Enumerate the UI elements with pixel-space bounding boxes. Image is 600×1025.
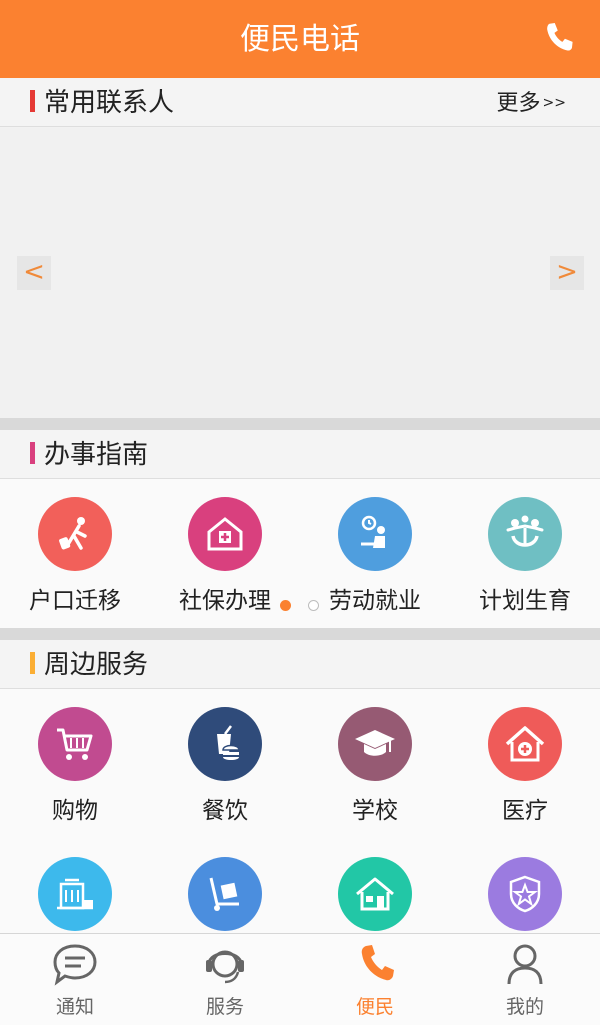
bottom-nav: 通知 服务 便民 我的 <box>0 933 600 1025</box>
guide-label: 户口迁移 <box>29 588 121 614</box>
nearby-item-medical[interactable]: 医疗 <box>450 689 600 829</box>
nearby-item-shopping[interactable]: 购物 <box>0 689 150 829</box>
insurance-house-icon <box>207 517 243 551</box>
nearby-grid: 购物 餐饮 学校 医疗 <box>0 689 600 933</box>
nav-label: 便民 <box>355 996 394 1018</box>
nav-label: 通知 <box>55 996 94 1018</box>
moving-dolly-icon <box>209 877 239 911</box>
nearby-title: 周边服务 <box>44 650 149 680</box>
shopping-cart-icon <box>57 728 93 760</box>
guide-item-hukou[interactable]: 户口迁移 <box>0 479 150 619</box>
circle-bg <box>38 497 112 571</box>
nav-item-convenience[interactable]: 便民 <box>300 934 450 1025</box>
more-link[interactable]: 更多 >> <box>497 78 566 126</box>
user-icon <box>507 944 543 985</box>
guide-item-employment[interactable]: 劳动就业 <box>300 479 450 619</box>
nearby-label: 学校 <box>352 798 398 824</box>
food-drink-icon <box>217 725 240 760</box>
carousel-prev-button[interactable]: < <box>17 256 51 290</box>
section-marker <box>30 442 35 464</box>
phone-icon[interactable] <box>542 20 578 56</box>
nearby-label: 餐饮 <box>202 798 248 824</box>
nearby-section-header: 周边服务 <box>0 640 600 689</box>
circle-bg <box>188 707 262 781</box>
divider <box>0 418 600 430</box>
house-icon <box>356 877 394 911</box>
page-indicator <box>280 600 330 614</box>
office-worker-icon <box>361 515 385 548</box>
contacts-section-header: 常用联系人 更多 >> <box>0 78 600 127</box>
nav-label: 我的 <box>505 996 544 1018</box>
carousel-next-button[interactable]: > <box>550 256 584 290</box>
family-icon <box>506 515 544 547</box>
guide-title: 办事指南 <box>44 440 149 470</box>
circle-bg <box>338 497 412 571</box>
section-marker <box>30 652 35 674</box>
circle-bg <box>38 857 112 931</box>
nav-item-service[interactable]: 服务 <box>150 934 300 1025</box>
hospital-icon <box>505 726 545 762</box>
page-dot-active <box>280 600 291 611</box>
phone-icon <box>361 945 394 981</box>
nav-item-notify[interactable]: 通知 <box>0 934 150 1025</box>
chat-bubble-icon <box>53 944 97 986</box>
circle-bg <box>338 707 412 781</box>
page-title: 便民电话 <box>240 22 360 57</box>
headset-icon <box>206 950 244 984</box>
nav-label: 服务 <box>205 996 244 1018</box>
nearby-item-school[interactable]: 学校 <box>300 689 450 829</box>
more-label: 更多 <box>496 91 541 116</box>
shield-star-icon <box>509 875 541 913</box>
nearby-label: 医疗 <box>502 798 548 824</box>
circle-bg <box>488 707 562 781</box>
guide-label: 计划生育 <box>479 588 571 614</box>
page-dot <box>308 600 319 611</box>
section-marker <box>30 90 35 112</box>
hotel-icon <box>57 878 93 910</box>
circle-bg <box>188 497 262 571</box>
circle-bg <box>38 707 112 781</box>
circle-bg <box>188 857 262 931</box>
graduation-cap-icon <box>355 730 395 756</box>
guide-item-family-planning[interactable]: 计划生育 <box>450 479 600 619</box>
more-arrows: >> <box>542 95 566 111</box>
circle-bg <box>338 857 412 931</box>
guide-item-social-security[interactable]: 社保办理 <box>150 479 300 619</box>
app-header: 便民电话 <box>0 0 600 78</box>
guide-label: 社保办理 <box>179 588 271 614</box>
nearby-label: 购物 <box>52 798 98 824</box>
divider <box>0 628 600 640</box>
walking-person-luggage-icon <box>59 517 87 550</box>
nearby-item-dining[interactable]: 餐饮 <box>150 689 300 829</box>
circle-bg <box>488 497 562 571</box>
nav-item-mine[interactable]: 我的 <box>450 934 600 1025</box>
guide-section-header: 办事指南 <box>0 430 600 479</box>
contacts-carousel[interactable] <box>0 128 600 418</box>
contacts-title: 常用联系人 <box>44 88 175 118</box>
circle-bg <box>488 857 562 931</box>
